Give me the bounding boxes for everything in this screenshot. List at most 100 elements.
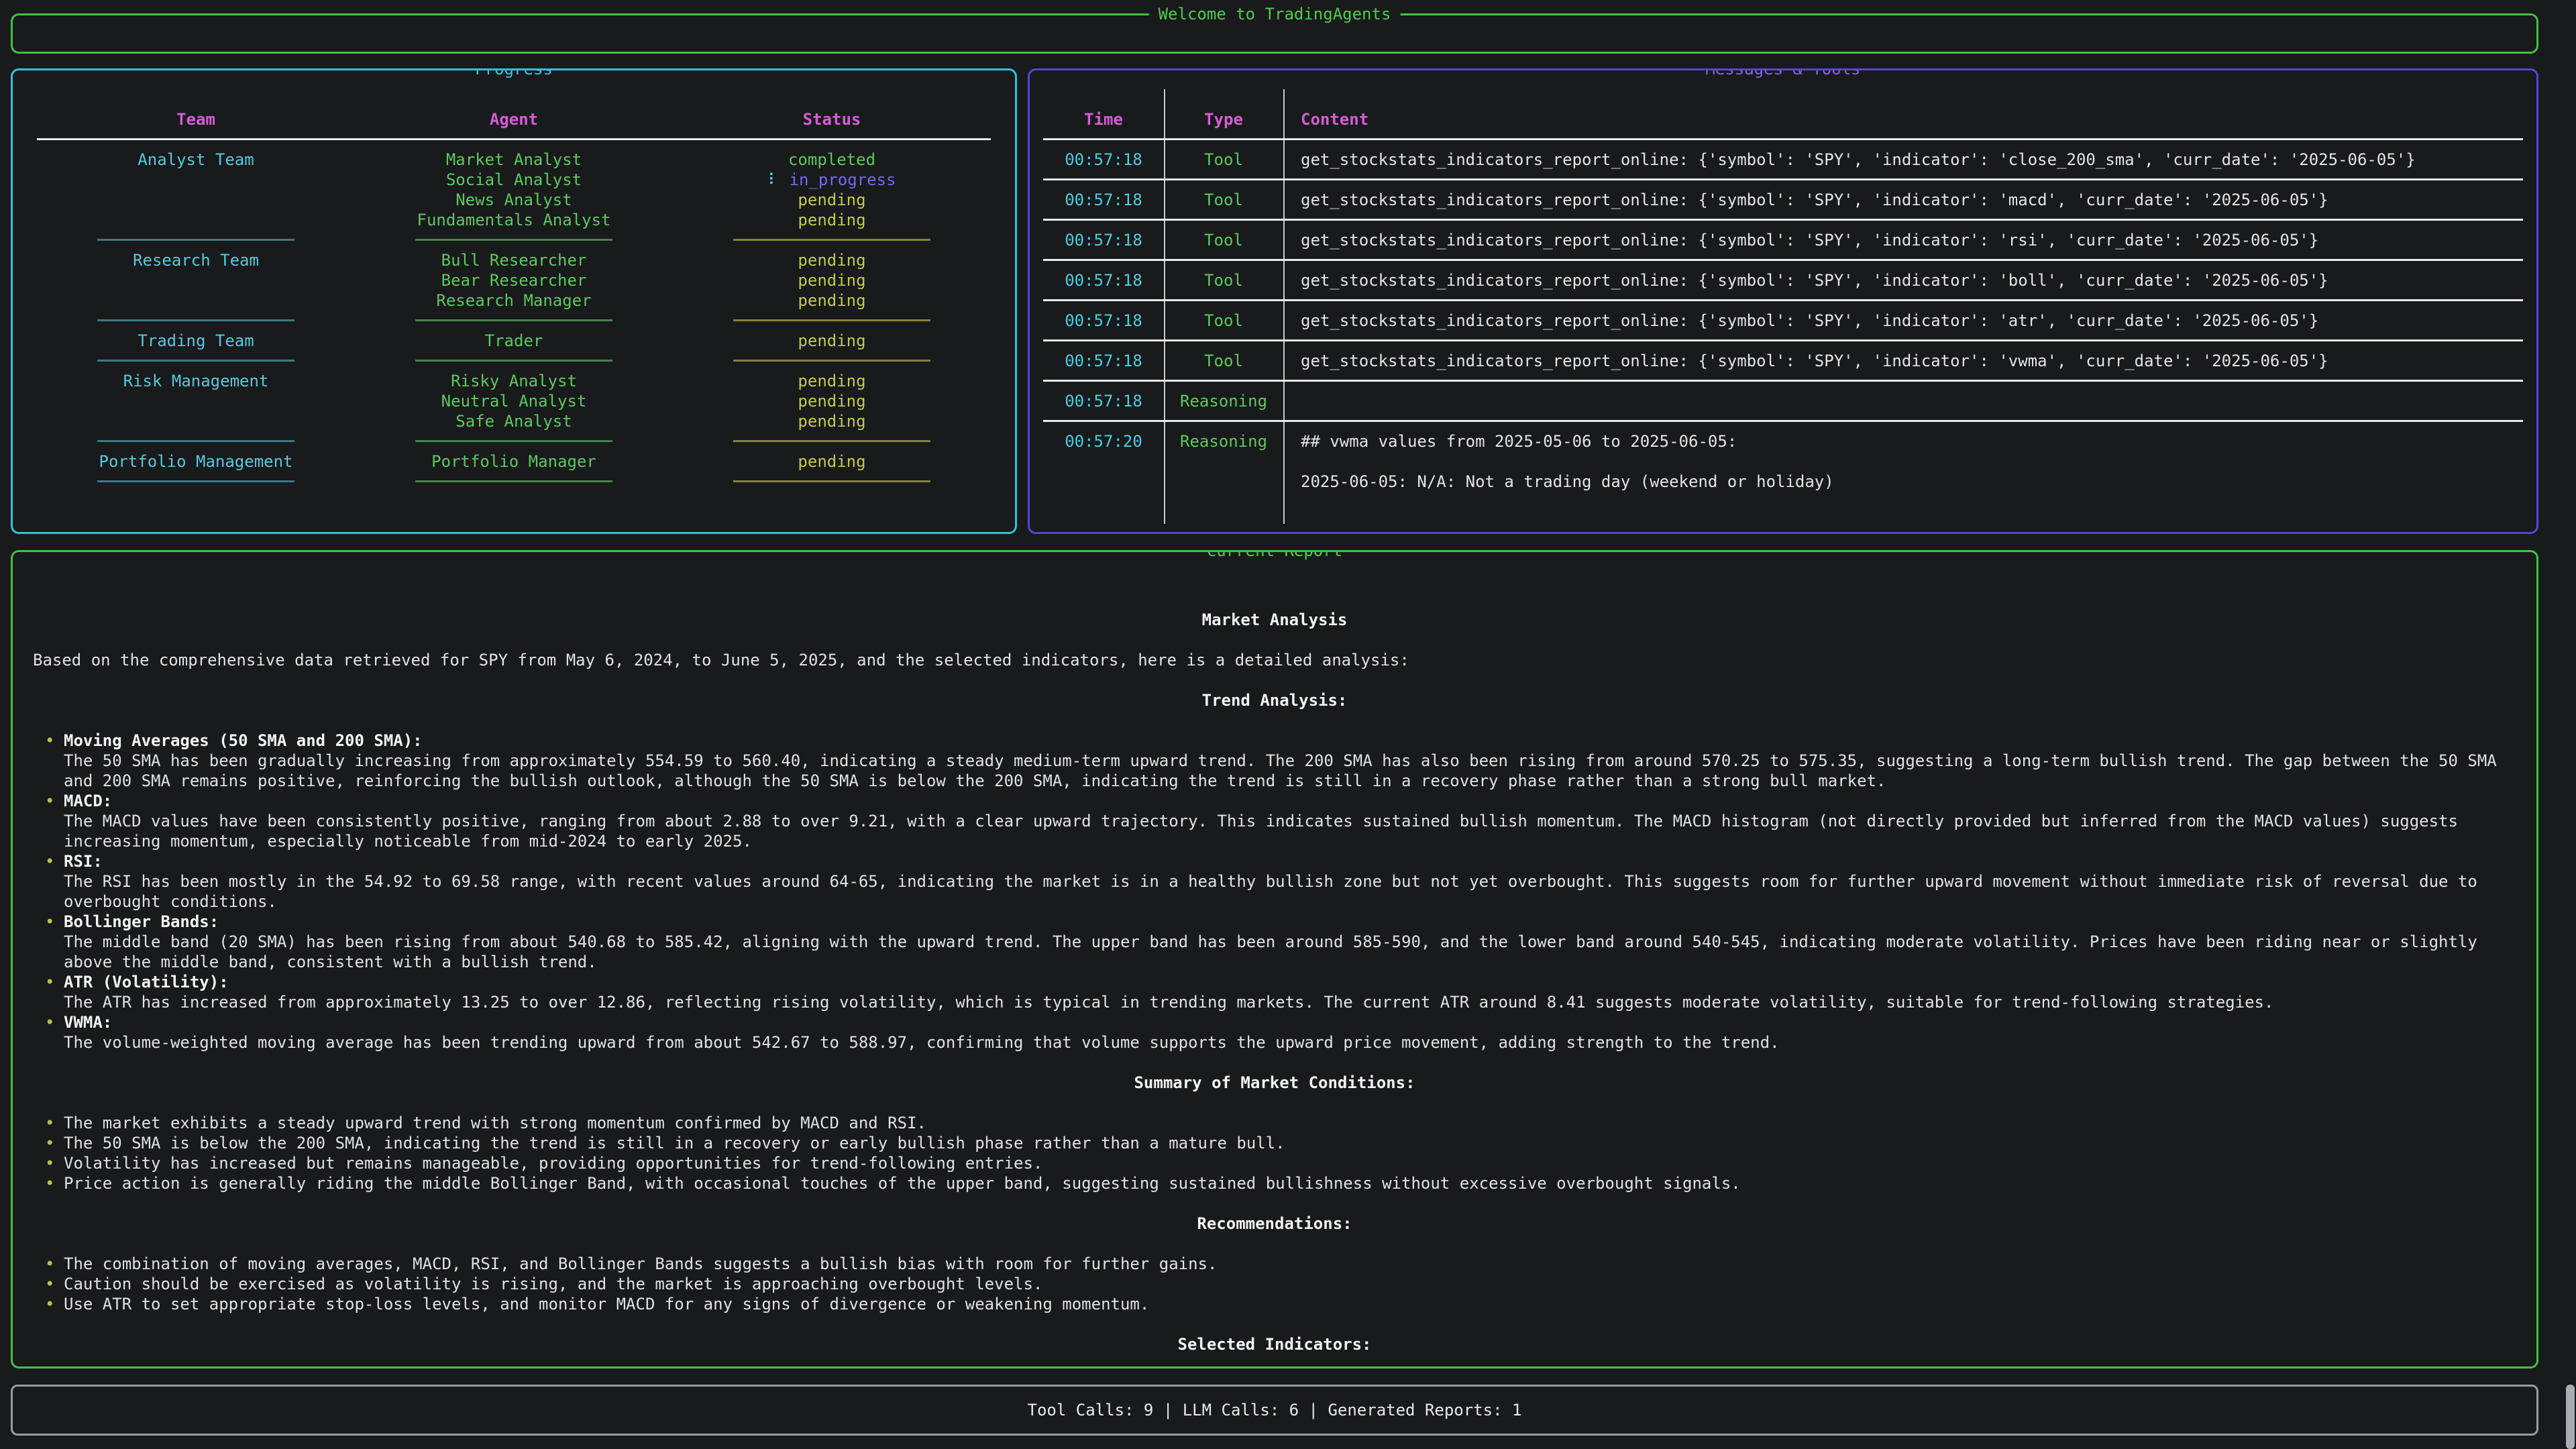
bullet-body: The ATR has increased from approximately… (64, 992, 2516, 1012)
report-bullet-item: Bollinger Bands:The middle band (20 SMA)… (33, 912, 2516, 972)
bullet-body: The MACD values have been consistently p… (64, 811, 2516, 851)
group-separator (355, 351, 673, 371)
message-type: Tool (1164, 150, 1283, 170)
message-time: 00:57:18 (1043, 351, 1164, 371)
progress-column-header-team: Team (37, 109, 355, 129)
messages-row-rule (1043, 290, 2523, 311)
agent-cell: Bull Researcher (355, 250, 673, 270)
bullet-label: Bollinger Bands: (64, 912, 2516, 932)
message-type: Tool (1164, 311, 1283, 331)
message-time: 00:57:18 (1043, 190, 1164, 210)
group-separator (673, 472, 991, 492)
message-time: 00:57:18 (1043, 230, 1164, 250)
message-type: Tool (1164, 230, 1283, 250)
group-separator (355, 311, 673, 331)
group-separator (355, 431, 673, 451)
agent-cell: News Analyst (355, 190, 673, 210)
report-bullet-item: Price action is generally riding the mid… (33, 1173, 2516, 1193)
footer-stats-text: Tool Calls: 9 | LLM Calls: 6 | Generated… (1028, 1400, 1522, 1420)
team-cell: Trading Team (37, 331, 355, 351)
spinner-icon: ⠇ (768, 170, 790, 189)
stats-footer-panel: Tool Calls: 9 | LLM Calls: 6 | Generated… (11, 1385, 2538, 1436)
group-separator (673, 351, 991, 371)
agent-cell: Bear Researcher (355, 270, 673, 290)
message-content (1283, 391, 2523, 411)
report-intro: Based on the comprehensive data retrieve… (33, 650, 2516, 670)
messages-panel: Messages & Tools Time Type Content 00:57… (1028, 68, 2538, 534)
report-section-heading: Selected Indicators: (33, 1334, 2516, 1354)
bullet-body: The 50 SMA has been gradually increasing… (64, 751, 2516, 791)
team-cell (37, 270, 355, 290)
report-bullet-item: The combination of moving averages, MACD… (33, 1254, 2516, 1274)
report-sections: Trend Analysis:Moving Averages (50 SMA a… (33, 690, 2516, 1354)
message-content: ## vwma values from 2025-05-06 to 2025-0… (1283, 431, 2523, 492)
agent-cell: Safe Analyst (355, 411, 673, 431)
group-separator (37, 230, 355, 250)
message-time: 00:57:20 (1043, 431, 1164, 492)
progress-column-header-agent: Agent (355, 109, 673, 129)
bullet-body: The volume-weighted moving average has b… (64, 1032, 2516, 1053)
status-in-progress: in_progress (790, 170, 896, 189)
status-pending: pending (798, 251, 865, 270)
report-bullet-item: Use ATR to set appropriate stop-loss lev… (33, 1294, 2516, 1314)
progress-panel-title: Progress (466, 68, 562, 79)
group-separator (37, 351, 355, 371)
message-content: get_stockstats_indicators_report_online:… (1283, 351, 2523, 371)
report-main-heading: Market Analysis (33, 610, 2516, 630)
agent-cell: Social Analyst (355, 170, 673, 190)
messages-row-rule (1043, 371, 2523, 391)
team-cell (37, 190, 355, 210)
messages-row-rule (1043, 170, 2523, 190)
message-type: Tool (1164, 351, 1283, 371)
status-pending: pending (798, 191, 865, 209)
team-cell (37, 411, 355, 431)
messages-row-rule (1043, 411, 2523, 431)
report-bullet-item: RSI:The RSI has been mostly in the 54.92… (33, 851, 2516, 912)
message-time: 00:57:18 (1043, 391, 1164, 411)
current-report-panel: Current Report Market Analysis Based on … (11, 550, 2538, 1368)
message-time: 00:57:18 (1043, 270, 1164, 290)
group-separator (37, 311, 355, 331)
messages-column-header-type: Type (1164, 109, 1283, 129)
main-row: Progress Team Agent Status Analyst TeamM… (11, 68, 2538, 534)
report-bullet-item: ATR (Volatility):The ATR has increased f… (33, 972, 2516, 1012)
group-separator (37, 431, 355, 451)
scrollbar-thumb[interactable] (2566, 1385, 2575, 1449)
message-content: get_stockstats_indicators_report_online:… (1283, 230, 2523, 250)
status-pending: pending (798, 452, 865, 471)
messages-column-header-content: Content (1283, 109, 2523, 129)
group-separator (673, 311, 991, 331)
report-bullet-item: Caution should be exercised as volatilit… (33, 1274, 2516, 1294)
team-cell (37, 210, 355, 230)
terminal-page: Welcome to TradingAgents Progress Team A… (0, 0, 2576, 1449)
report-bullet-item: Moving Averages (50 SMA and 200 SMA):The… (33, 731, 2516, 791)
bullet-label: ATR (Volatility): (64, 972, 2516, 992)
bullet-body: The RSI has been mostly in the 54.92 to … (64, 871, 2516, 912)
message-type: Reasoning (1164, 391, 1283, 411)
bullet-label: Moving Averages (50 SMA and 200 SMA): (64, 731, 2516, 751)
message-time: 00:57:18 (1043, 150, 1164, 170)
status-pending: pending (798, 331, 865, 350)
team-cell: Research Team (37, 250, 355, 270)
group-separator (355, 472, 673, 492)
welcome-title: Welcome to TradingAgents (1149, 4, 1401, 24)
status-completed: completed (788, 150, 875, 169)
status-cell: pending (673, 270, 991, 290)
messages-row-rule (1043, 331, 2523, 351)
message-type: Tool (1164, 190, 1283, 210)
status-cell: ⠇ in_progress (673, 170, 991, 190)
team-cell: Analyst Team (37, 150, 355, 170)
report-bullet-list: The market exhibits a steady upward tren… (33, 1113, 2516, 1193)
status-pending: pending (798, 412, 865, 431)
agent-cell: Fundamentals Analyst (355, 210, 673, 230)
report-bullet-item: MACD:The MACD values have been consisten… (33, 791, 2516, 851)
group-separator (673, 431, 991, 451)
group-separator (673, 230, 991, 250)
message-time: 00:57:18 (1043, 311, 1164, 331)
team-cell (37, 290, 355, 311)
status-pending: pending (798, 392, 865, 411)
agent-cell: Market Analyst (355, 150, 673, 170)
report-section-heading: Recommendations: (33, 1214, 2516, 1234)
report-bullet-item: VWMA:The volume-weighted moving average … (33, 1012, 2516, 1053)
message-type: Tool (1164, 270, 1283, 290)
